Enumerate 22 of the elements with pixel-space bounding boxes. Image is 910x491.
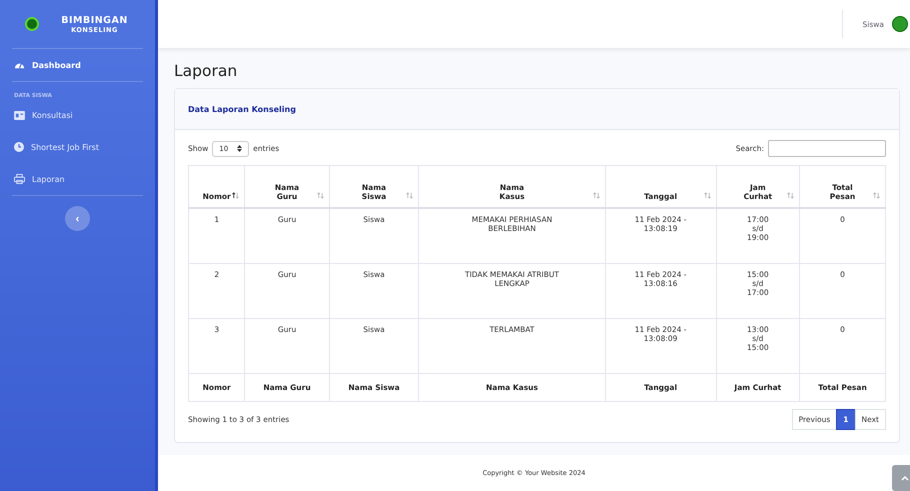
logo-icon xyxy=(27,19,38,29)
brand-title: BIMBINGAN xyxy=(61,14,128,26)
printer-icon xyxy=(14,174,25,184)
clock-icon xyxy=(14,142,24,152)
card-title: Data Laporan Konseling xyxy=(188,105,296,114)
card-icon xyxy=(14,110,25,120)
sidebar-item[interactable]: Konsultasi xyxy=(12,99,143,131)
sort-icon xyxy=(787,192,794,199)
sort-icon xyxy=(873,192,880,199)
sidebar-item[interactable]: Shortest Job First xyxy=(12,131,143,163)
sidebar-item[interactable]: Laporan xyxy=(12,163,143,196)
sort-icon xyxy=(316,192,324,199)
sort-icon xyxy=(232,192,240,199)
sidebar-item[interactable]: Dashboard xyxy=(12,49,143,82)
search-field[interactable] xyxy=(768,140,886,157)
avatar-icon[interactable] xyxy=(892,16,908,32)
stepper-icon xyxy=(237,144,242,152)
sort-icon xyxy=(592,192,600,199)
page-title: Laporan xyxy=(174,62,238,80)
sort-icon xyxy=(406,192,414,199)
chevron-up-icon xyxy=(901,476,909,480)
sort-icon xyxy=(704,192,711,199)
